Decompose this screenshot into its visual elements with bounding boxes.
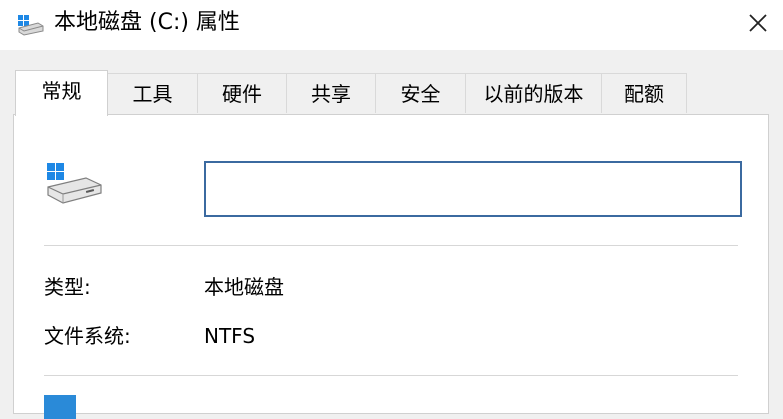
filesystem-label: 文件系统: xyxy=(44,324,131,348)
window-title: 本地磁盘 (C:) 属性 xyxy=(54,10,240,35)
filesystem-value: NTFS xyxy=(204,324,256,348)
tab-general[interactable]: 常规 xyxy=(15,70,108,116)
used-space-legend-swatch xyxy=(44,395,76,419)
divider xyxy=(44,245,738,246)
type-value: 本地磁盘 xyxy=(204,275,284,299)
title-bar: 本地磁盘 (C:) 属性 xyxy=(0,0,783,50)
drive-name-input[interactable] xyxy=(204,161,742,217)
type-label: 类型: xyxy=(44,275,91,299)
tab-quota[interactable]: 配额 xyxy=(601,73,687,113)
close-button[interactable] xyxy=(732,0,783,46)
tab-sharing[interactable]: 共享 xyxy=(286,73,376,113)
close-icon xyxy=(748,14,767,32)
divider xyxy=(44,375,738,376)
tab-security[interactable]: 安全 xyxy=(375,73,466,113)
windows-drive-icon xyxy=(47,163,102,204)
tab-tools[interactable]: 工具 xyxy=(107,73,198,113)
tab-previous-versions[interactable]: 以前的版本 xyxy=(465,73,602,113)
tab-hardware[interactable]: 硬件 xyxy=(197,73,287,113)
general-panel: 类型: 本地磁盘 文件系统: NTFS xyxy=(13,114,769,419)
drive-icon xyxy=(18,15,44,36)
